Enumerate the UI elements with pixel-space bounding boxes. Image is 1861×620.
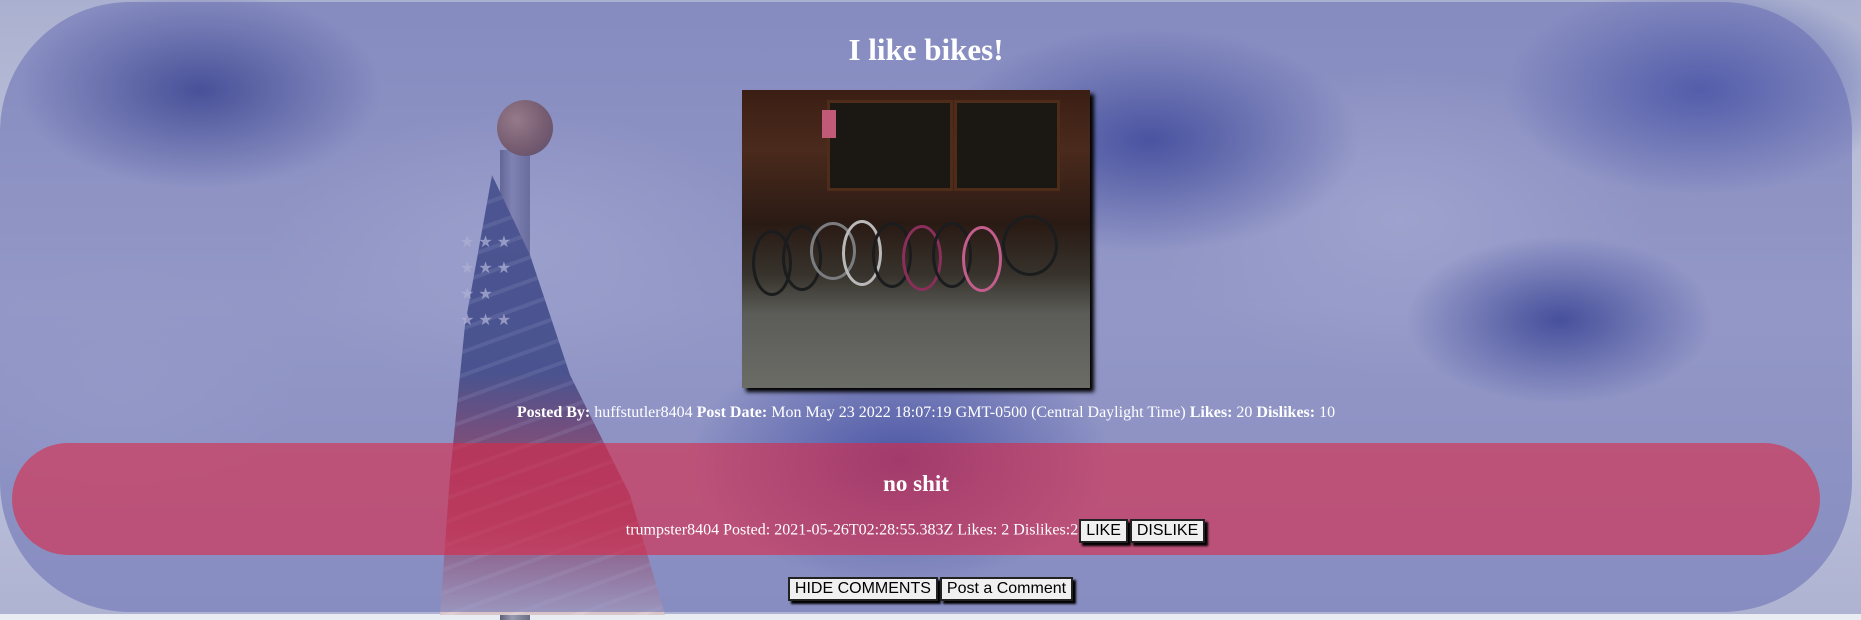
dislikes-label: Dislikes: — [1256, 404, 1316, 421]
window-sign — [822, 110, 836, 138]
post-title: I like bikes! — [848, 32, 1004, 67]
comment-dislikes-count: 2 — [1070, 521, 1079, 539]
comment-likes-label: Likes: — [957, 521, 998, 539]
storefront-window — [954, 100, 1060, 191]
bike — [1002, 215, 1058, 276]
post-meta: Posted By: huffstutler8404 Post Date: Mo… — [0, 404, 1852, 422]
posted-by-label: Posted By: — [516, 404, 591, 421]
bike — [962, 226, 1002, 292]
post-image — [742, 90, 1090, 388]
dislike-button[interactable]: DISLIKE — [1129, 519, 1206, 543]
dislikes-count: 10 — [1319, 404, 1336, 421]
post-author: huffstutler8404 — [594, 404, 693, 421]
comment-author: trumpster8404 — [625, 521, 720, 539]
comment-title: no shit — [883, 471, 949, 496]
post-comment-button[interactable]: Post a Comment — [939, 577, 1074, 601]
likes-count: 20 — [1236, 404, 1253, 421]
like-button[interactable]: LIKE — [1079, 519, 1128, 543]
comment-card: no shit trumpster8404 Posted: 2021-05-26… — [12, 443, 1820, 555]
comment-posted-label: Posted: — [723, 521, 771, 539]
post-date: Mon May 23 2022 18:07:19 GMT-0500 (Centr… — [771, 404, 1186, 421]
likes-label: Likes: — [1189, 404, 1233, 421]
post-date-label: Post Date: — [696, 404, 768, 421]
hide-comments-button[interactable]: HIDE COMMENTS — [787, 577, 938, 601]
comment-meta: trumpster8404 Posted: 2021-05-26T02:28:5… — [12, 519, 1820, 543]
comment-dislikes-label: Dislikes: — [1013, 521, 1071, 539]
storefront-window — [827, 100, 953, 191]
comment-posted-date: 2021-05-26T02:28:55.383Z — [774, 521, 954, 539]
comment-likes-count: 2 — [1001, 521, 1010, 539]
post-actions: HIDE COMMENTS Post a Comment — [0, 577, 1861, 601]
